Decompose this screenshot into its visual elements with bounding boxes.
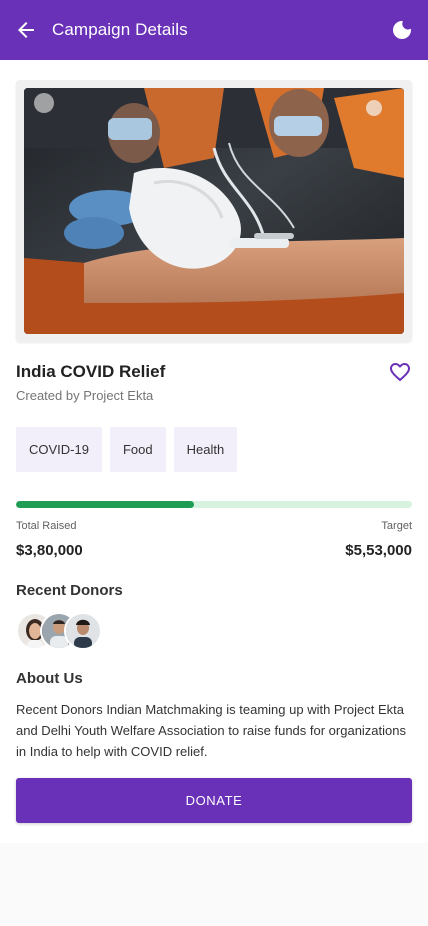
total-raised-value: $3,80,000 [16, 542, 83, 559]
favorite-button[interactable] [388, 360, 412, 384]
tag-list: COVID-19 Food Health [16, 427, 238, 472]
total-raised-label: Total Raised [16, 520, 77, 532]
campaign-image-card [16, 80, 412, 342]
campaign-creator: Created by Project Ekta [16, 388, 154, 403]
app-bar: Campaign Details [0, 0, 428, 60]
target-label: Target [381, 520, 412, 532]
recent-donors-heading: Recent Donors [16, 582, 123, 599]
campaign-details: India COVID Relief Created by Project Ek… [0, 60, 428, 843]
funding-progress-fill [16, 501, 195, 508]
tag-food[interactable]: Food [109, 427, 166, 472]
moon-icon [393, 21, 411, 39]
donate-button[interactable]: DONATE [16, 778, 412, 823]
target-value: $5,53,000 [345, 542, 412, 559]
campaign-photo [24, 88, 404, 334]
campaign-title: India COVID Relief [16, 362, 166, 381]
funding-progress-bar [16, 501, 412, 508]
about-text: Recent Donors Indian Matchmaking is team… [16, 702, 406, 759]
heart-outline-icon [390, 363, 410, 382]
recent-donors-avatars [16, 612, 116, 650]
page-title: Campaign Details [52, 20, 188, 39]
tag-covid[interactable]: COVID-19 [16, 427, 102, 472]
arrow-left-icon [18, 22, 34, 38]
back-button[interactable] [0, 0, 52, 60]
tag-health[interactable]: Health [173, 427, 238, 472]
about-heading: About Us [16, 670, 83, 687]
theme-toggle-button[interactable] [384, 12, 420, 48]
avatar[interactable] [64, 612, 102, 650]
